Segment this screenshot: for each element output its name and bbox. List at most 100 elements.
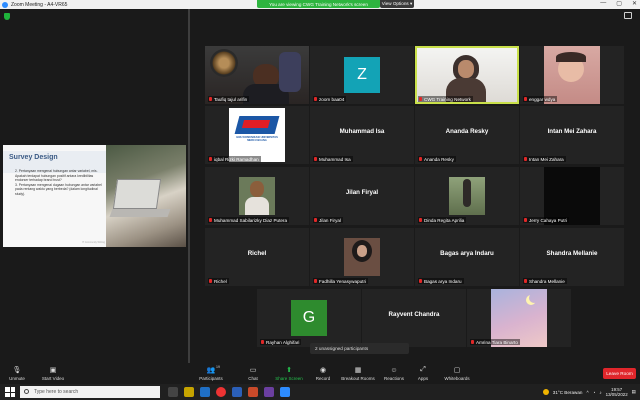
participant-name: Jerry Cahaya Putri [523, 217, 570, 223]
participant-name: Muhammad Isa [313, 156, 353, 162]
record-icon: ◉ [319, 367, 327, 374]
camera-off-icon: ▣ [49, 367, 57, 374]
participant-tile[interactable]: Intan Mei Zahara Intan Mei Zahara [520, 106, 624, 164]
zoom-taskbar-icon[interactable] [280, 387, 290, 397]
participant-tile[interactable]: ILMU KOMUNIKASI UNIVERSITAS MERCU BUANA … [205, 106, 309, 164]
reactions-icon: ☺ [390, 366, 398, 374]
participant-tile[interactable]: Shandra Mellanie Shandra Mellanie [520, 228, 624, 286]
participant-name: Richel [208, 278, 229, 284]
word-icon[interactable] [232, 387, 242, 397]
clock[interactable]: 19:57 13/05/2022 [606, 387, 628, 397]
apps-button[interactable]: ⤢ Apps [406, 363, 440, 384]
minimize-icon[interactable]: — [600, 0, 606, 7]
moon-decoration [529, 293, 539, 303]
participants-icon: 👥 [206, 367, 216, 374]
chrome-icon[interactable] [216, 387, 226, 397]
weather-text[interactable]: 31°C Berawan [553, 390, 583, 395]
breakout-rooms-button[interactable]: ▦ Breakout Rooms [340, 363, 376, 384]
unassigned-participants-notice[interactable]: 2 unassigned participants [310, 343, 409, 354]
security-shield-icon[interactable] [4, 13, 10, 20]
participant-display-name: Shandra Mellanie [546, 250, 598, 257]
search-icon [24, 389, 29, 394]
participant-display-name: Bagas arya Indaru [440, 250, 494, 257]
start-video-button[interactable]: ▣ Start Video [36, 363, 70, 384]
notifications-icon[interactable]: ▤ [632, 389, 636, 395]
shared-screen[interactable]: Survey Design 2. Pertanyaan mengenai hub… [3, 145, 186, 247]
wall-clock-decoration [210, 49, 238, 77]
slide-item: 3. Pertanyaan mengenai dugaan hubungan a… [15, 182, 102, 196]
participant-name: Jilan Firyal [313, 217, 343, 223]
zoom-window: Zoom Meeting - A4-VR65 — ▢ ✕ You are vie… [0, 0, 640, 400]
participant-tile[interactable]: Z zoom baa04 [310, 46, 414, 104]
person-figure [463, 179, 471, 207]
taskbar-search-input[interactable]: Type here to search [20, 386, 160, 398]
participant-tile[interactable]: Fadhilla Yenasywaputri [310, 228, 414, 286]
participant-avatar: G [291, 300, 327, 336]
participant-name: iqbal Rizki Ramadhan [208, 156, 261, 162]
participant-tile[interactable]: Jilan Firyal Jilan Firyal [310, 167, 414, 225]
participant-tile[interactable]: Taufiq tajul arifin [205, 46, 309, 104]
chat-button[interactable]: ▭ Chat [236, 363, 270, 384]
windows-taskbar: Type here to search 31°C Berawan ^ ◔ ♪ 1… [0, 384, 640, 400]
powerpoint-icon[interactable] [248, 387, 258, 397]
breakout-rooms-icon: ▦ [354, 367, 362, 374]
slide-list: 2. Pertanyaan mengenai hubungan antar va… [15, 169, 103, 196]
participant-name: Intan Mei Zahara [523, 156, 566, 162]
unmute-button[interactable]: 🎙 Unmute [0, 363, 34, 384]
participant-avatar: Z [344, 57, 380, 93]
start-video-label: Start Video [41, 376, 65, 381]
weather-icon [542, 389, 549, 395]
volume-icon[interactable]: ♪ [599, 390, 601, 395]
app-icon[interactable] [264, 387, 274, 397]
network-icon[interactable]: ◔ [593, 390, 596, 395]
participant-name: Fadhilla Yenasywaputri [313, 278, 368, 284]
tray-arrow-icon[interactable]: ^ [586, 390, 588, 395]
window-title: Zoom Meeting - A4-VR65 [11, 1, 68, 8]
edge-icon[interactable] [200, 387, 210, 397]
chat-icon: ▭ [249, 367, 257, 374]
gallery-view-icon[interactable] [624, 12, 632, 19]
participants-button[interactable]: 👥 19 Participants [194, 363, 228, 384]
person-face [357, 245, 367, 257]
windows-start-icon[interactable] [5, 387, 15, 397]
participant-tile-active-speaker[interactable]: CWG Training Network [415, 46, 519, 104]
slide-item: 2. Pertanyaan mengenai hubungan antar va… [15, 169, 98, 182]
task-view-icon[interactable] [168, 387, 178, 397]
participant-display-name: Muhammad Isa [339, 128, 385, 135]
logo-text: ILMU KOMUNIKASI UNIVERSITAS MERCU BUANA [236, 136, 278, 142]
participant-display-name: Richel [247, 250, 267, 257]
view-options-button[interactable]: View Options ▾ [380, 0, 414, 8]
participant-tile[interactable]: Bagas arya Indaru Bagas arya Indaru [415, 228, 519, 286]
whiteboard-icon: ▢ [453, 367, 461, 374]
participant-name: Bagas arya Indaru [418, 278, 464, 284]
whiteboards-button[interactable]: ▢ Whiteboards [440, 363, 474, 384]
participant-name: Amrina Tiara Binarto [470, 339, 520, 345]
participant-tile[interactable]: Ananda Resky Ananda Resky [415, 106, 519, 164]
record-label: Record [315, 376, 331, 381]
slide-photo-keyboard [109, 209, 171, 217]
participant-tile[interactable]: G Rayhan Alghifari [257, 289, 361, 347]
maximize-icon[interactable]: ▢ [616, 0, 622, 7]
share-screen-button[interactable]: ⬆ Share Screen [272, 363, 306, 384]
reactions-label: Reactions [383, 376, 404, 381]
participant-tile[interactable]: Dinda Regita Aprilia [415, 167, 519, 225]
file-explorer-icon[interactable] [184, 387, 194, 397]
participant-tile[interactable]: Muhammad Sabilarizky Diaz Putera [205, 167, 309, 225]
search-placeholder: Type here to search [34, 389, 79, 395]
slide-text-area: Survey Design 2. Pertanyaan mengenai hub… [3, 145, 106, 247]
participant-tile[interactable]: Richel Richel [205, 228, 309, 286]
participant-tile[interactable]: Amrina Tiara Binarto [467, 289, 571, 347]
system-tray: 31°C Berawan ^ ◔ ♪ 19:57 13/05/2022 ▤ [542, 384, 636, 400]
splitter-handle[interactable] [188, 9, 190, 363]
participant-tile[interactable]: Rayvent Chandra [362, 289, 466, 347]
participant-tile[interactable]: enggar wdya [520, 46, 624, 104]
participant-tile[interactable]: Jerry Cahaya Putri [520, 167, 624, 225]
participant-name: Dinda Regita Aprilia [418, 217, 467, 223]
close-icon[interactable]: ✕ [632, 0, 637, 7]
leave-room-button[interactable]: Leave Room [603, 368, 636, 379]
record-button[interactable]: ◉ Record [306, 363, 340, 384]
apps-icon: ⤢ [420, 366, 426, 373]
participant-name: Shandra Mellanie [523, 278, 567, 284]
participant-tile[interactable]: Muhammad Isa Muhammad Isa [310, 106, 414, 164]
participant-name: Rayhan Alghifari [260, 339, 302, 345]
